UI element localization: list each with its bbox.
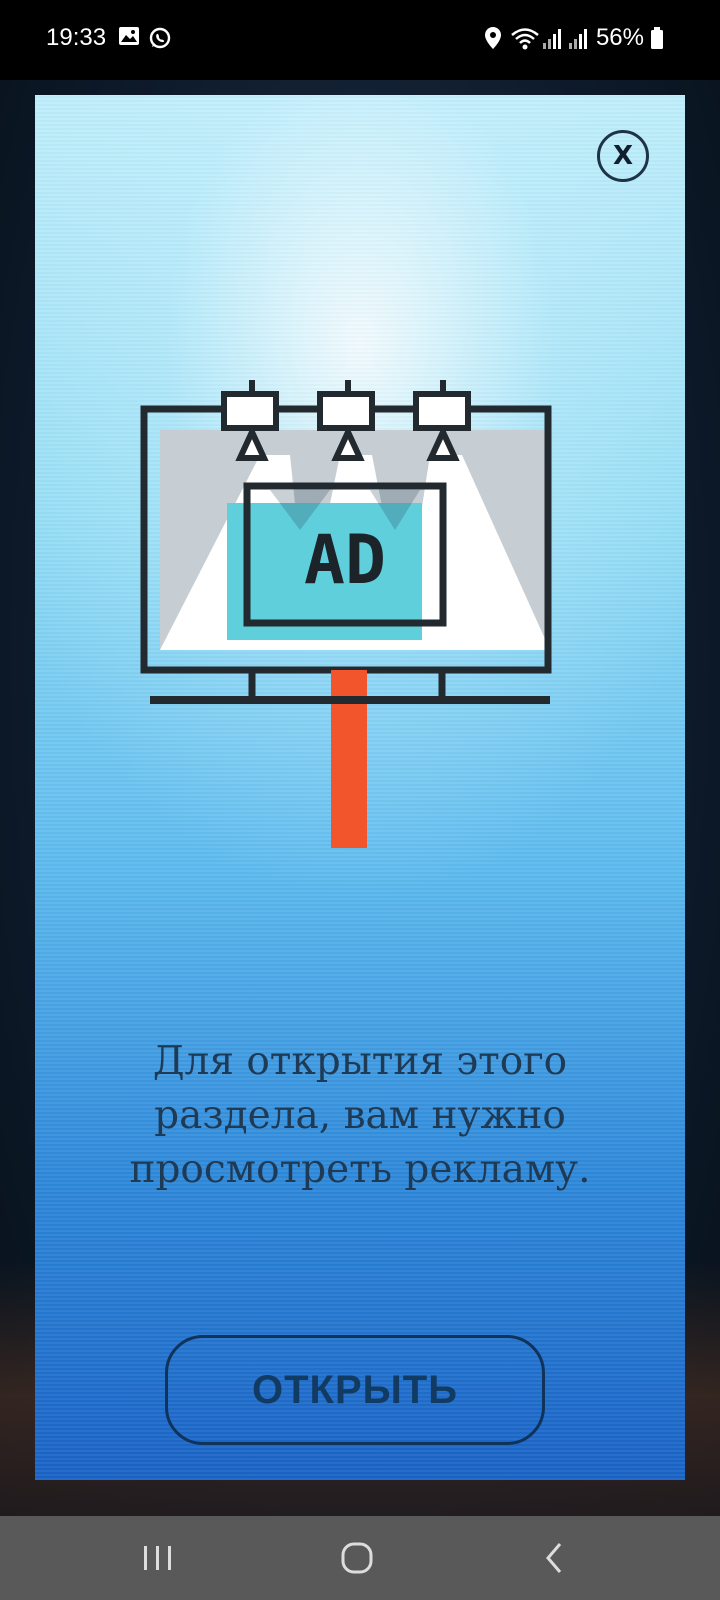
dialog-message: Для открытия этого раздела, вам нужно пр…	[35, 1035, 685, 1197]
ad-label: AD	[304, 521, 386, 600]
battery-percent: 56%	[595, 24, 644, 51]
home-icon[interactable]	[338, 1538, 378, 1578]
status-bar: 19:33 56%	[0, 0, 720, 80]
wifi-icon	[510, 26, 540, 54]
signal-icon	[542, 26, 564, 54]
navigation-bar	[0, 1516, 720, 1600]
message-line: раздела, вам нужно	[154, 1093, 566, 1138]
open-button[interactable]: ОТКРЫТЬ	[165, 1335, 545, 1445]
message-line: просмотреть рекламу.	[129, 1147, 591, 1192]
location-icon	[484, 26, 502, 54]
battery-icon	[650, 26, 664, 54]
billboard-illustration: AD	[140, 380, 552, 848]
recents-icon[interactable]	[138, 1538, 178, 1578]
close-button[interactable]: X	[597, 130, 649, 182]
ad-dialog: X AD Для открытия этого раздела, вам нуж…	[35, 95, 685, 1480]
gallery-icon	[118, 26, 140, 50]
signal-icon	[568, 26, 590, 54]
message-line: Для открытия этого	[152, 1039, 568, 1084]
status-time: 19:33	[46, 24, 107, 51]
whatsapp-icon	[148, 26, 172, 54]
back-icon[interactable]	[536, 1538, 576, 1578]
